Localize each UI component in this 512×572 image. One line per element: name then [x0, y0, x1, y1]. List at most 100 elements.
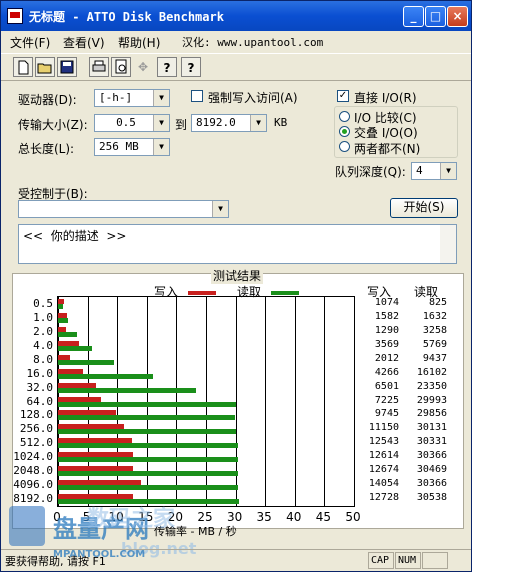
- new-file-icon[interactable]: [13, 57, 33, 77]
- neither-label: 两者都不(N): [354, 142, 421, 156]
- transfer-size-label: 4.0: [33, 338, 53, 352]
- write-value: 12674: [368, 464, 399, 476]
- transfer-size-label: 4096.0: [13, 478, 53, 492]
- context-help-icon[interactable]: ?: [181, 57, 201, 77]
- read-bar: [58, 415, 235, 421]
- read-bar: [58, 457, 238, 463]
- cap-indicator: CAP: [368, 552, 394, 569]
- close-button[interactable]: ×: [447, 6, 468, 27]
- status-pane-empty: [422, 552, 448, 569]
- write-value: 4266: [374, 366, 399, 378]
- transfer-size-label: 0.5: [33, 297, 53, 310]
- write-value: 1074: [374, 297, 399, 308]
- write-value: 14054: [368, 478, 399, 490]
- start-button[interactable]: 开始(S): [390, 198, 458, 218]
- menu-file[interactable]: 文件(F): [10, 34, 50, 51]
- total-length-label: 总长度(L):: [18, 142, 75, 156]
- neither-radio[interactable]: [339, 141, 350, 152]
- queue-depth-label: 队列深度(Q):: [335, 165, 406, 179]
- x-tick-label: 30: [226, 510, 243, 524]
- force-write-checkbox[interactable]: [191, 90, 203, 102]
- atto-window: 无标题 - ATTO Disk Benchmark _ □ × 文件(F) 查看…: [0, 0, 472, 572]
- write-value: 9745: [374, 408, 399, 420]
- read-bar: [58, 485, 238, 491]
- chevron-down-icon[interactable]: ▼: [153, 139, 169, 155]
- read-value: 30469: [416, 464, 447, 476]
- read-bar: [58, 429, 237, 435]
- transfer-size-label: 16.0: [26, 366, 54, 380]
- write-value: 1290: [374, 324, 399, 336]
- chevron-down-icon[interactable]: ▼: [153, 115, 169, 131]
- description-scrollbar[interactable]: [440, 225, 456, 263]
- read-value: 3258: [422, 324, 447, 336]
- toolbar: ✥ ? ?: [1, 53, 471, 81]
- open-folder-icon[interactable]: [35, 57, 55, 77]
- write-value: 2012: [374, 352, 399, 364]
- chevron-down-icon[interactable]: ▼: [153, 90, 169, 106]
- read-bar: [58, 401, 236, 407]
- window-title: 无标题 - ATTO Disk Benchmark: [29, 10, 224, 24]
- drive-select[interactable]: [-h-] ▼: [94, 89, 170, 107]
- read-bar: [58, 359, 114, 365]
- read-value: 29993: [416, 394, 447, 406]
- transfer-from-select[interactable]: 0.5 ▼: [94, 114, 170, 132]
- read-value: 30131: [416, 422, 447, 434]
- help-icon[interactable]: ?: [157, 57, 177, 77]
- transfer-size-label: 8.0: [33, 352, 53, 366]
- read-bar: [58, 304, 63, 309]
- total-length-select[interactable]: 256 MB ▼: [94, 138, 170, 156]
- transfer-size-label: 2.0: [33, 324, 53, 338]
- title-bar[interactable]: 无标题 - ATTO Disk Benchmark _ □ ×: [1, 1, 471, 31]
- x-tick-label: 25: [197, 510, 213, 524]
- save-icon[interactable]: [57, 57, 77, 77]
- minimize-button[interactable]: _: [403, 6, 424, 27]
- description-text: << 你的描述 >>: [23, 229, 127, 243]
- menu-help[interactable]: 帮助(H): [118, 34, 160, 51]
- read-value: 30538: [416, 492, 447, 504]
- direct-io-checkbox[interactable]: ✓: [337, 90, 349, 102]
- read-value: 30366: [416, 450, 447, 462]
- overlap-io-radio[interactable]: [339, 126, 350, 137]
- controlled-by-select[interactable]: ▼: [18, 200, 229, 218]
- chevron-down-icon[interactable]: ▼: [212, 201, 228, 217]
- results-title: 测试结果: [211, 267, 264, 284]
- write-legend-swatch: [188, 290, 217, 295]
- menu-view[interactable]: 查看(V): [63, 34, 105, 51]
- read-bar: [58, 387, 197, 393]
- grid-line: [324, 297, 326, 506]
- maximize-button[interactable]: □: [425, 6, 446, 27]
- read-value: 30331: [416, 436, 447, 448]
- unit-label: KB: [274, 116, 288, 129]
- benchmark-chart: [57, 296, 355, 507]
- app-icon[interactable]: [7, 8, 23, 24]
- watermark-logo-icon: [9, 506, 45, 546]
- transfer-to-select[interactable]: 8192.0 ▼: [191, 114, 267, 132]
- read-value: 30366: [416, 478, 447, 490]
- read-bar: [58, 373, 154, 379]
- menu-localization[interactable]: 汉化: www.upantool.com: [182, 34, 323, 50]
- read-value: 1632: [422, 310, 447, 322]
- write-value: 12543: [368, 436, 399, 448]
- write-value: 7225: [374, 394, 399, 406]
- x-tick-label: 40: [286, 510, 302, 524]
- read-value: 9437: [422, 352, 447, 364]
- chevron-down-icon[interactable]: ▼: [440, 163, 456, 179]
- io-compare-radio[interactable]: [339, 111, 350, 122]
- print-icon[interactable]: [89, 57, 109, 77]
- read-bar: [58, 331, 78, 337]
- read-bar: [58, 443, 238, 449]
- transfer-size-label: 512.0: [19, 436, 53, 450]
- print-preview-icon[interactable]: [111, 57, 131, 77]
- write-value: 3569: [374, 338, 399, 350]
- transfer-size-label: 32.0: [26, 380, 54, 394]
- read-bar: [58, 345, 93, 351]
- chevron-down-icon[interactable]: ▼: [250, 115, 266, 131]
- grid-line: [265, 297, 267, 506]
- write-value: 11150: [368, 422, 399, 434]
- move-icon[interactable]: ✥: [133, 57, 153, 77]
- description-field[interactable]: << 你的描述 >>: [18, 224, 457, 264]
- force-write-label: 强制写入访问(A): [208, 91, 298, 105]
- transfer-size-label: 64.0: [26, 394, 54, 408]
- read-bar: [58, 471, 239, 477]
- queue-depth-select[interactable]: 4 ▼: [411, 162, 457, 180]
